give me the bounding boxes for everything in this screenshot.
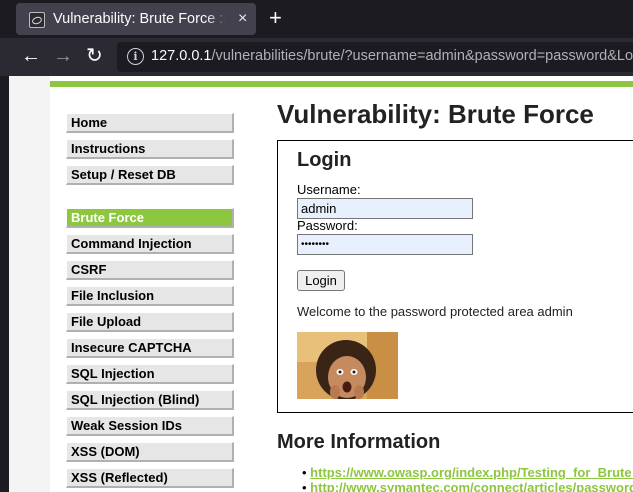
url-text[interactable]: 127.0.0.1/vulnerabilities/brute/?usernam… [151,47,633,66]
sidebar-item-home[interactable]: Home [66,113,234,133]
new-tab-button[interactable]: + [269,6,282,30]
password-label: Password: [297,218,358,233]
url-path: /vulnerabilities/brute/?username=admin&p… [211,48,633,64]
window-edge [0,76,9,492]
password-field[interactable]: •••••••• [297,234,473,255]
sidebar-item-csrf[interactable]: CSRF [66,260,234,280]
sidebar-item-setup[interactable]: Setup / Reset DB [66,165,234,185]
sidebar-item-file-inclusion[interactable]: File Inclusion [66,286,234,306]
sidebar-item-sql-injection-blind[interactable]: SQL Injection (Blind) [66,390,234,410]
login-heading: Login [297,149,352,171]
dvwa-favicon-icon [29,12,45,28]
sidebar-item-command-injection[interactable]: Command Injection [66,234,234,254]
page-title: Vulnerability: Brute Force [277,99,594,129]
url-host: 127.0.0.1 [151,48,212,64]
site-info-icon[interactable]: i [127,48,144,65]
close-tab-icon[interactable]: × [238,9,247,29]
username-label: Username: [297,182,361,197]
header-accent-bar [50,81,633,87]
sidebar-item-xss-reflected[interactable]: XSS (Reflected) [66,468,234,488]
user-avatar-photo [297,332,398,399]
welcome-message: Welcome to the password protected area a… [297,304,573,319]
user-photo-image [297,332,398,399]
sidebar-item-weak-session-ids[interactable]: Weak Session IDs [66,416,234,436]
more-information-heading: More Information [277,431,441,453]
sidebar-item-brute-force[interactable]: Brute Force [66,208,234,228]
sidebar-item-instructions[interactable]: Instructions [66,139,234,159]
sidebar-item-sql-injection[interactable]: SQL Injection [66,364,234,384]
login-button[interactable]: Login [297,270,345,291]
browser-tab[interactable]: Vulnerability: Brute Force :: Damn Vulne… [16,3,256,35]
tab-title-fade [206,7,228,31]
sidebar-item-xss-dom[interactable]: XSS (DOM) [66,442,234,462]
page-viewport: Home Instructions Setup / Reset DB Brute… [0,76,633,492]
username-field[interactable]: admin [297,198,473,219]
sidebar-item-insecure-captcha[interactable]: Insecure CAPTCHA [66,338,234,358]
browser-tab-strip: Vulnerability: Brute Force :: Damn Vulne… [0,0,633,38]
tab-title: Vulnerability: Brute Force :: Damn Vulne… [53,11,225,27]
back-arrow-icon[interactable]: ← [21,45,41,67]
page-margin [9,76,50,492]
list-item: • https://www.owasp.org/index.php/Testin… [302,465,633,480]
forward-arrow-icon[interactable]: → [53,45,73,67]
symantec-link[interactable]: http://www.symantec.com/connect/articles… [310,480,633,492]
list-item: • http://www.symantec.com/connect/articl… [302,480,633,492]
reload-icon[interactable]: ↻ [86,45,103,67]
owasp-link[interactable]: https://www.owasp.org/index.php/Testing_… [310,465,633,480]
sidebar-item-file-upload[interactable]: File Upload [66,312,234,332]
